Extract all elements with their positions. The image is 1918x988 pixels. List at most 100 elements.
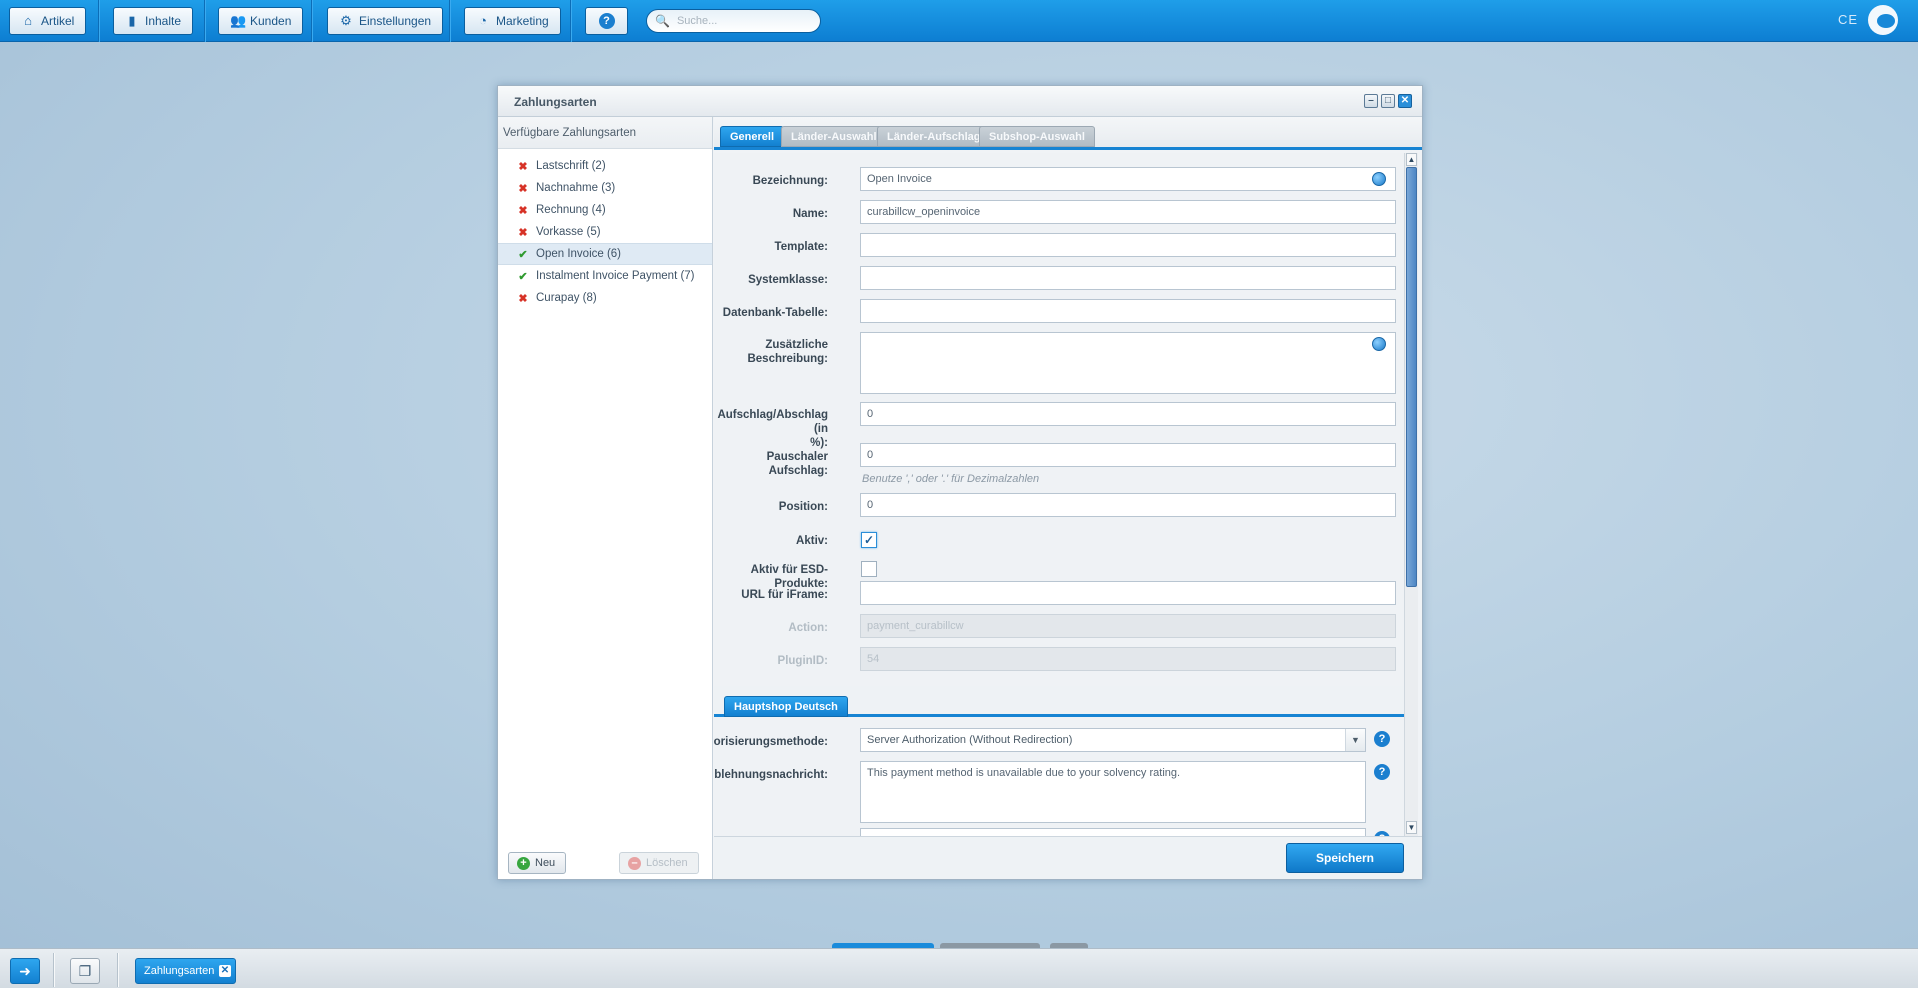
inactive-cross-icon: ✖ <box>518 160 528 173</box>
active-check-icon: ✔ <box>518 270 528 283</box>
minimize-button[interactable]: – <box>1364 94 1378 108</box>
tab-laender-auswahl[interactable]: Länder-Auswahl <box>781 126 887 147</box>
pauschaler-aufschlag-input[interactable]: 0 <box>860 443 1396 467</box>
scroll-down-arrow-icon[interactable]: ▼ <box>1406 821 1417 834</box>
help-icon: ? <box>598 13 615 29</box>
edition-label: CE <box>1838 12 1859 27</box>
list-item[interactable]: ✖ Vorkasse (5) <box>498 221 712 243</box>
window-switch-button[interactable]: ❐ <box>70 958 100 984</box>
list-item[interactable]: ✖ Nachnahme (3) <box>498 177 712 199</box>
aktiv-esd-label: Aktiv für ESD-Produkte: <box>750 564 828 590</box>
tab-laender-aufschlag[interactable]: Länder-Aufschlag <box>877 126 991 147</box>
tab-generell[interactable]: Generell <box>720 126 785 147</box>
inactive-cross-icon: ✖ <box>518 292 528 305</box>
action-input: payment_curabillcw <box>860 614 1396 638</box>
aufschlag-label-line2: %): <box>810 437 828 449</box>
save-button[interactable]: Speichern <box>1286 843 1404 873</box>
help-icon[interactable]: ? <box>1374 731 1390 747</box>
payment-methods-panel: Verfügbare Zahlungsarten ✖ Lastschrift (… <box>498 117 713 879</box>
aktiv-checkbox[interactable]: ✓ <box>861 532 877 548</box>
list-item-label: Nachnahme (3) <box>536 182 616 194</box>
translate-globe-icon[interactable] <box>1372 337 1386 351</box>
bezeichnung-input[interactable]: Open Invoice <box>860 167 1396 191</box>
datenbank-tabelle-input[interactable] <box>860 299 1396 323</box>
menu-einstellungen-label: Einstellungen <box>359 14 432 28</box>
decimal-hint: Benutze ',' oder '.' für Dezimalzahlen <box>862 473 1040 485</box>
scrollbar-thumb[interactable] <box>1406 167 1417 587</box>
topbar-divider <box>204 0 205 42</box>
topbar-divider <box>98 0 99 42</box>
taskbar-window-tab[interactable]: Zahlungsarten ✕ <box>135 958 236 984</box>
name-input[interactable]: curabillcw_openinvoice <box>860 200 1396 224</box>
next-textarea-partial[interactable] <box>860 828 1366 836</box>
ablehnung-textarea[interactable]: This payment method is unavailable due t… <box>860 761 1366 823</box>
list-item[interactable]: ✔ Instalment Invoice Payment (7) <box>498 265 712 287</box>
chevron-down-icon[interactable]: ▼ <box>1345 729 1365 751</box>
aufschlag-label-line1: Aufschlag/Abschlag (in <box>717 409 828 435</box>
menu-einstellungen-button[interactable]: ⚙ Einstellungen <box>327 7 444 35</box>
close-icon: ✕ <box>1400 95 1410 106</box>
menu-inhalte-label: Inhalte <box>145 14 182 28</box>
minimize-icon: – <box>1368 95 1374 106</box>
template-input[interactable] <box>860 233 1396 257</box>
close-icon[interactable]: ✕ <box>219 965 231 977</box>
form-scrollbar[interactable]: ▲ ▼ <box>1404 153 1418 836</box>
new-button-label: Neu <box>535 857 556 869</box>
maximize-button[interactable]: □ <box>1381 94 1395 108</box>
taskbar: ➜ ❐ Zahlungsarten ✕ <box>0 948 1918 988</box>
close-button[interactable]: ✕ <box>1398 94 1412 108</box>
aufschlag-input[interactable]: 0 <box>860 402 1396 426</box>
delete-payment-button[interactable]: – Löschen <box>619 852 699 874</box>
systemklasse-input[interactable] <box>860 266 1396 290</box>
plus-icon: + <box>517 856 530 870</box>
name-label: Name: <box>792 208 828 220</box>
scroll-up-arrow-icon[interactable]: ▲ <box>1406 153 1417 166</box>
help-button[interactable]: ? <box>585 7 628 35</box>
menu-inhalte-button[interactable]: ▮ Inhalte <box>113 7 194 35</box>
list-item-label: Open Invoice (6) <box>536 248 622 260</box>
list-item[interactable]: ✖ Curapay (8) <box>498 287 712 309</box>
search-input[interactable] <box>676 15 807 27</box>
menu-marketing-button[interactable]: ◔ Marketing <box>464 7 561 35</box>
topbar-divider <box>449 0 450 42</box>
topbar-divider <box>570 0 571 42</box>
url-iframe-input[interactable] <box>860 581 1396 605</box>
taskbar-divider <box>117 953 118 987</box>
datenbank-tabelle-label: Datenbank-Tabelle: <box>722 307 828 319</box>
logout-icon: ➜ <box>19 963 31 979</box>
list-item[interactable]: ✖ Lastschrift (2) <box>498 155 712 177</box>
new-payment-button[interactable]: + Neu <box>508 852 566 874</box>
help-icon[interactable]: ? <box>1374 764 1390 780</box>
menu-kunden-button[interactable]: 👥 Kunden <box>218 7 304 35</box>
list-item[interactable]: ✖ Rechnung (4) <box>498 199 712 221</box>
menu-kunden-label: Kunden <box>250 14 292 28</box>
search-icon: 🔍 <box>655 14 670 28</box>
inactive-cross-icon: ✖ <box>518 204 528 217</box>
tab-bar: Generell Länder-Auswahl Länder-Aufschlag… <box>714 117 1422 150</box>
systemklasse-label: Systemklasse: <box>748 274 828 286</box>
window-footer: Speichern <box>714 836 1422 879</box>
list-item-selected[interactable]: ✔ Open Invoice (6) <box>498 243 712 265</box>
payment-methods-header: Verfügbare Zahlungsarten <box>498 117 712 149</box>
tab-subshop-auswahl[interactable]: Subshop-Auswahl <box>979 126 1095 147</box>
search-box[interactable]: 🔍 <box>646 9 821 33</box>
list-item-label: Lastschrift (2) <box>536 160 606 172</box>
beschreibung-label: Zusätzliche Beschreibung: <box>747 338 828 366</box>
position-input[interactable]: 0 <box>860 493 1396 517</box>
aktiv-esd-checkbox[interactable] <box>861 561 877 577</box>
payment-methods-list: ✖ Lastschrift (2) ✖ Nachnahme (3) ✖ Rech… <box>498 149 712 309</box>
tab-hauptshop-deutsch[interactable]: Hauptshop Deutsch <box>724 696 848 717</box>
beschreibung-textarea[interactable] <box>860 332 1396 394</box>
windows-icon: ❐ <box>78 963 92 979</box>
menu-artikel-button[interactable]: ⌂ Artikel <box>9 7 87 35</box>
list-item-label: Curapay (8) <box>536 292 597 304</box>
template-label: Template: <box>774 241 828 253</box>
window-titlebar[interactable]: Zahlungsarten – □ ✕ <box>498 86 1422 117</box>
autorisierung-select[interactable]: Server Authorization (Without Redirectio… <box>860 728 1366 752</box>
translate-globe-icon[interactable] <box>1372 172 1386 186</box>
logout-button[interactable]: ➜ <box>10 958 40 984</box>
inactive-cross-icon: ✖ <box>518 182 528 195</box>
list-item-label: Vorkasse (5) <box>536 226 601 238</box>
menu-marketing-label: Marketing <box>496 14 549 28</box>
ablehnung-label: Ablehnungsnachricht: <box>714 769 828 781</box>
